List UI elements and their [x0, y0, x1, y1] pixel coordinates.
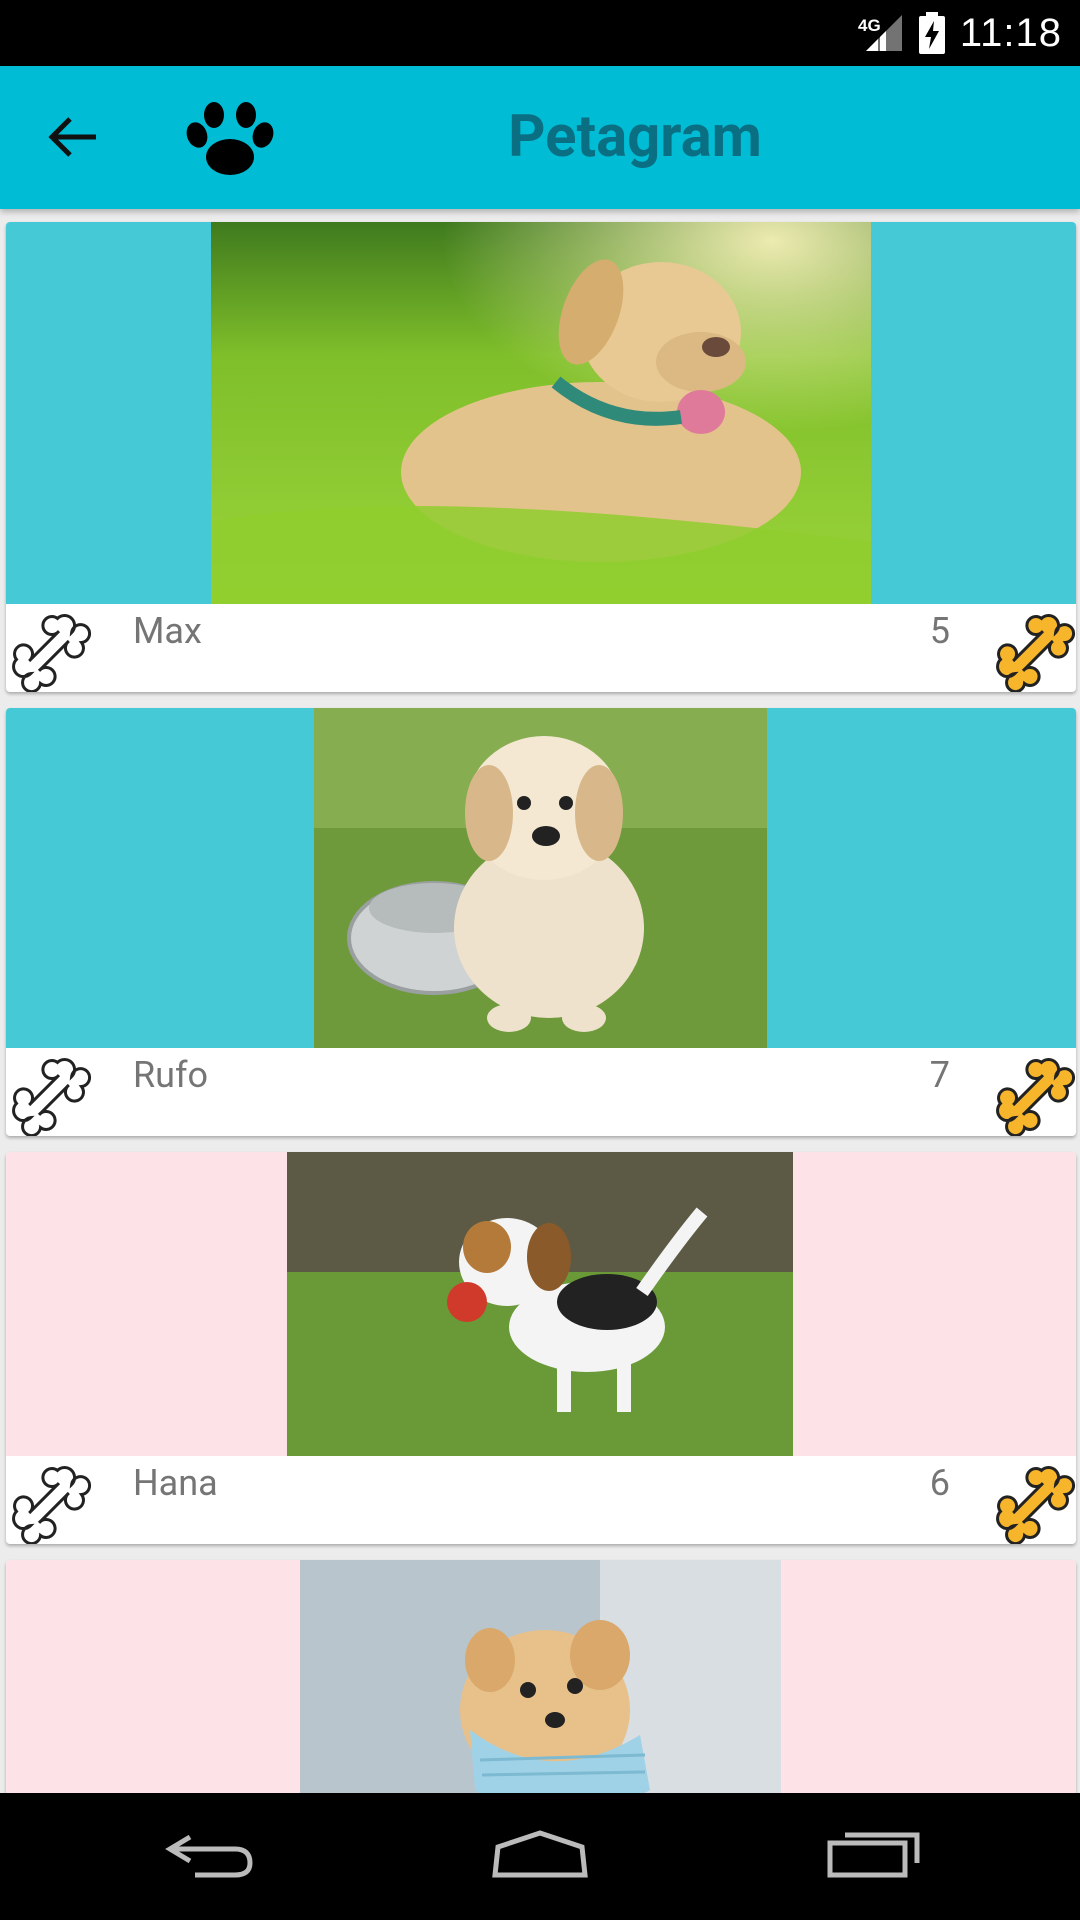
pet-list[interactable]: Max 5 Rufo 7 Hana 6 — [0, 220, 1080, 1793]
pet-photo — [287, 1152, 793, 1456]
nav-back-icon — [165, 1834, 253, 1878]
navigation-bar — [0, 1793, 1080, 1920]
pet-name: Max — [133, 610, 202, 652]
pet-photo-background — [6, 1152, 1076, 1456]
pet-card: Max 5 — [6, 222, 1076, 692]
app-bar: Petagram — [0, 66, 1080, 209]
battery-charging-icon — [918, 12, 946, 54]
pet-photo — [300, 1560, 781, 1793]
nav-back-button[interactable] — [160, 1823, 260, 1887]
pet-card-footer: Rufo 7 — [6, 1048, 1076, 1136]
svg-text:4G: 4G — [858, 16, 881, 35]
nav-home-button[interactable] — [490, 1823, 590, 1887]
pet-photo — [314, 708, 767, 1048]
pet-card-footer: Hana 6 — [6, 1456, 1076, 1544]
pet-likes-count: 5 — [929, 610, 950, 652]
bone-outline-icon — [12, 614, 92, 692]
nav-recents-icon — [827, 1832, 920, 1878]
bone-filled-icon — [990, 1460, 1076, 1544]
pet-card: Rufo 7 — [6, 708, 1076, 1136]
signal-4g-icon: 4G — [858, 13, 904, 53]
like-bone-button[interactable] — [6, 608, 92, 692]
pet-photo-background — [6, 1560, 1076, 1793]
pet-card-footer: Max 5 — [6, 604, 1076, 692]
nav-home-icon — [492, 1830, 588, 1878]
nav-recents-button[interactable] — [825, 1823, 925, 1887]
status-bar: 4G 11:18 — [0, 0, 1080, 66]
app-title: Petagram — [508, 103, 762, 171]
pet-card — [6, 1560, 1076, 1793]
pet-photo-background — [6, 708, 1076, 1048]
pet-card: Hana 6 — [6, 1152, 1076, 1544]
bone-outline-icon — [12, 1058, 92, 1136]
pet-name: Hana — [133, 1462, 218, 1504]
bone-filled-icon — [990, 608, 1076, 692]
pet-photo-background — [6, 222, 1076, 604]
clock: 11:18 — [959, 10, 1062, 55]
pet-likes-count: 6 — [929, 1462, 950, 1504]
pet-photo — [211, 222, 871, 604]
bone-outline-icon — [12, 1466, 92, 1544]
like-bone-button[interactable] — [6, 1052, 92, 1136]
like-bone-button[interactable] — [6, 1460, 92, 1544]
pet-name: Rufo — [133, 1054, 209, 1096]
bone-filled-icon — [990, 1052, 1076, 1136]
pet-likes-count: 7 — [929, 1054, 950, 1096]
